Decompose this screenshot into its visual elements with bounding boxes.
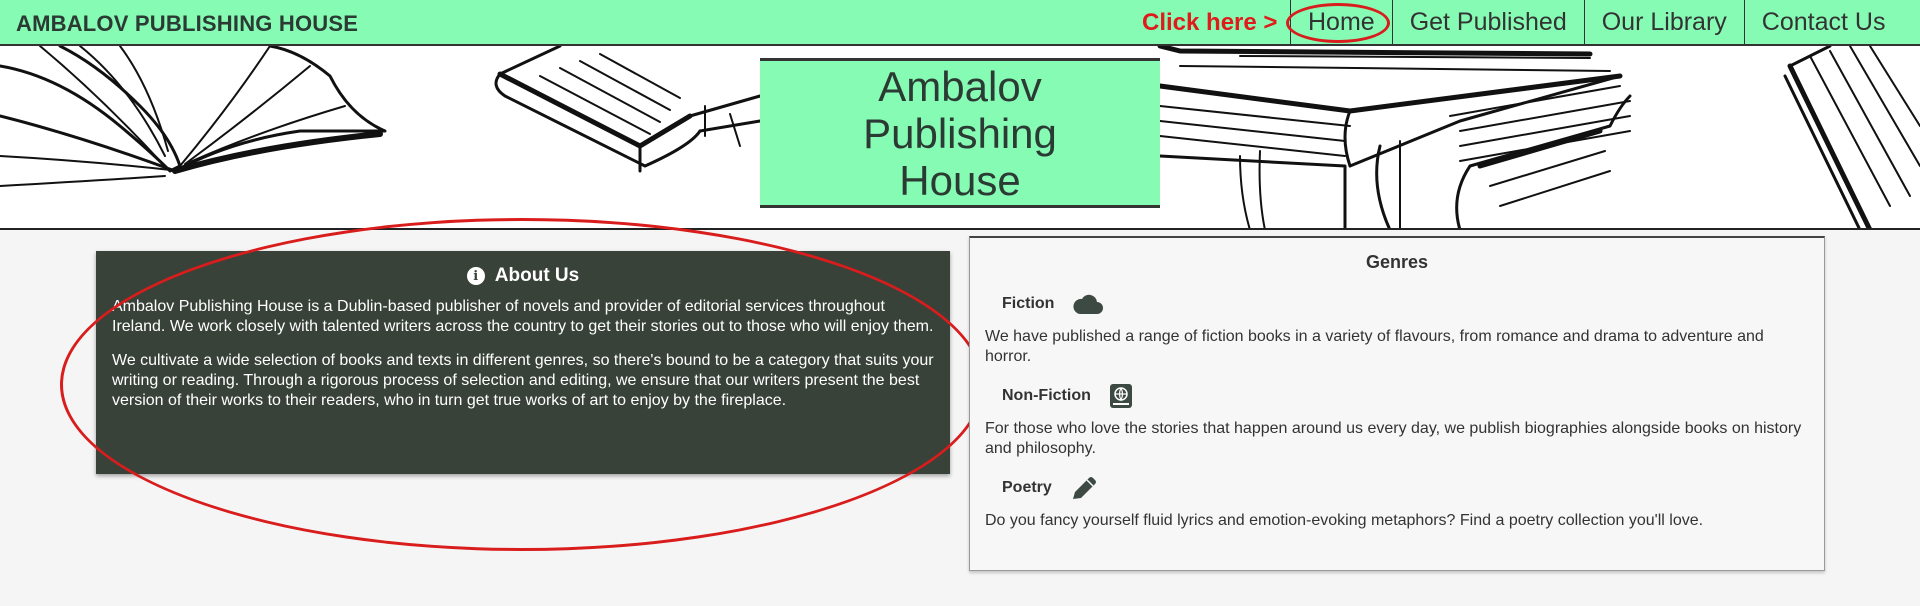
- genres-panel: Genres Fiction We have published a range…: [969, 236, 1825, 571]
- genres-title: Genres: [1365, 252, 1429, 272]
- genre-nonfiction-text: For those who love the stories that happ…: [985, 420, 1802, 457]
- about-paragraph-2: We cultivate a wide selection of books a…: [112, 352, 934, 409]
- genre-nonfiction-header: Non-Fiction: [985, 381, 1809, 411]
- genre-poetry-text: Do you fancy yourself fluid lyrics and e…: [985, 512, 1704, 529]
- book-stack-right: [1157, 46, 1632, 228]
- about-paragraph-1: Ambalov Publishing House is a Dublin-bas…: [112, 298, 934, 335]
- about-us-title: About Us: [494, 265, 580, 286]
- genre-fiction-header: Fiction: [985, 289, 1809, 319]
- brand-name[interactable]: AMBALOV PUBLISHING HOUSE: [16, 11, 358, 37]
- genre-poetry-label: Poetry: [1002, 479, 1052, 496]
- nav-link-our-library[interactable]: Our Library: [1583, 0, 1744, 44]
- genre-fiction-text: We have published a range of fiction boo…: [985, 328, 1764, 365]
- click-here-annotation: Click here >: [1142, 9, 1278, 36]
- atlas-book-icon: [1109, 383, 1133, 409]
- about-us-panel: i About Us Ambalov Publishing House is a…: [96, 251, 950, 474]
- info-icon: i: [466, 267, 485, 285]
- hero-banner: Ambalov Publishing House: [0, 46, 1920, 230]
- nav-links: Home Get Published Our Library Contact U…: [1290, 0, 1902, 44]
- hero-title: Ambalov Publishing House: [863, 62, 1057, 204]
- pencil-icon: [1070, 475, 1098, 501]
- open-book-right: [1783, 46, 1920, 228]
- genre-nonfiction-label: Non-Fiction: [1002, 387, 1091, 404]
- cloud-icon: [1072, 293, 1104, 315]
- genre-fiction-label: Fiction: [1002, 295, 1055, 312]
- nav-link-contact-us[interactable]: Contact Us: [1743, 0, 1903, 44]
- open-book-left: [0, 46, 387, 187]
- hero-title-box: Ambalov Publishing House: [760, 58, 1160, 208]
- nav-link-home[interactable]: Home: [1290, 0, 1392, 44]
- book-stack-left: [494, 46, 762, 173]
- top-nav: AMBALOV PUBLISHING HOUSE Click here > Ho…: [0, 0, 1920, 46]
- nav-link-get-published[interactable]: Get Published: [1391, 0, 1584, 44]
- about-us-header: i About Us: [112, 265, 934, 287]
- genre-poetry-header: Poetry: [985, 473, 1809, 503]
